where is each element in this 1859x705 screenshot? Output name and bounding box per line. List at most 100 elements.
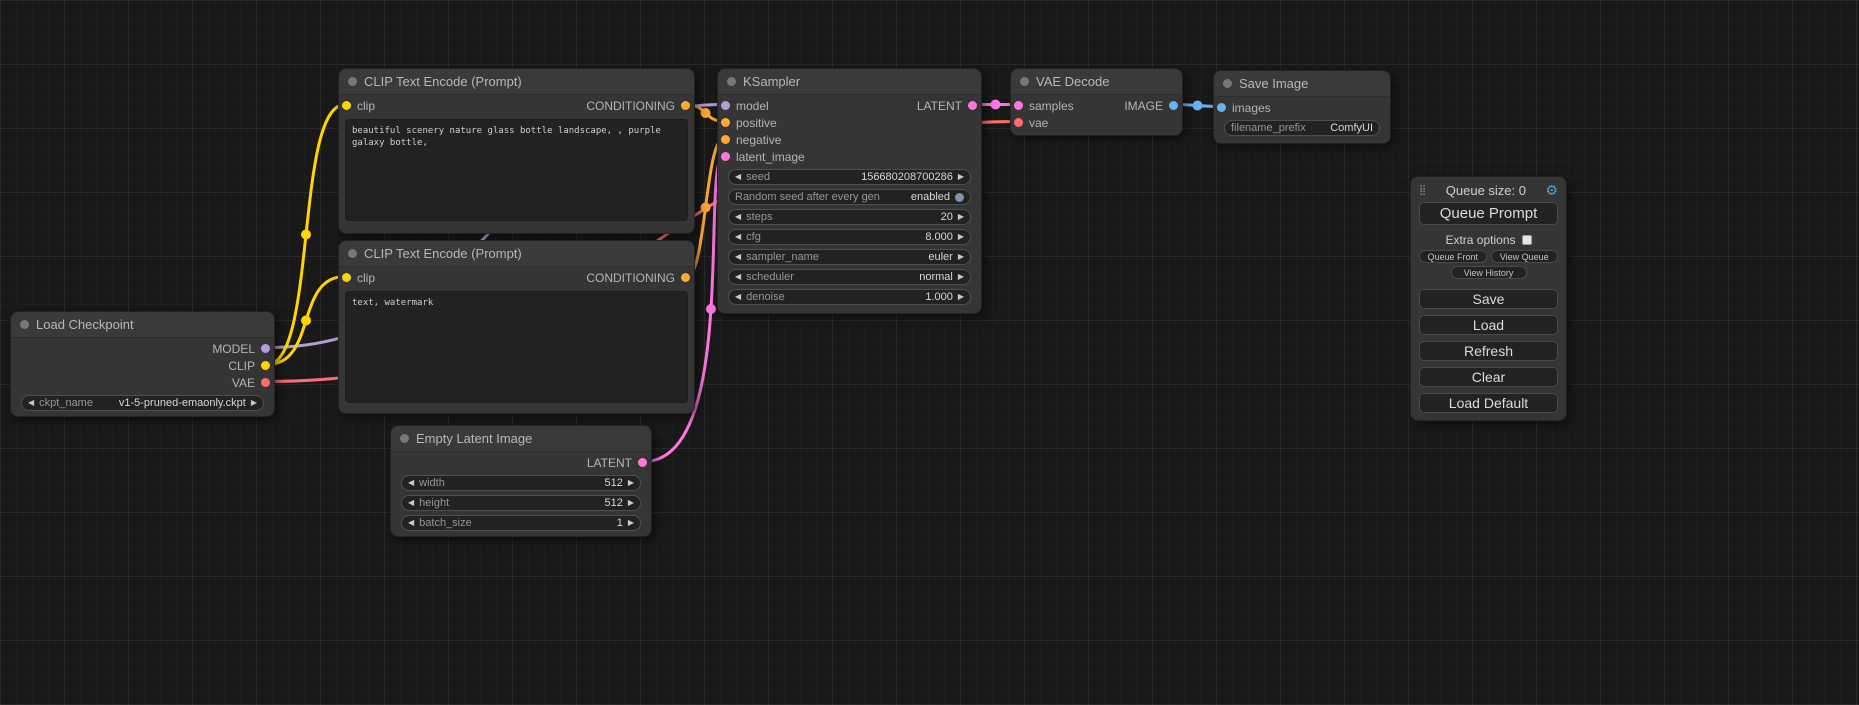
increment-arrow-icon[interactable]: ▶ bbox=[958, 173, 964, 181]
decrement-arrow-icon[interactable]: ◀ bbox=[408, 519, 414, 527]
input-slot-clip[interactable]: clip bbox=[339, 271, 375, 285]
widget-random-seed-toggle[interactable]: Random seed after every gen enabled bbox=[728, 189, 971, 205]
decrement-arrow-icon[interactable]: ◀ bbox=[28, 399, 34, 407]
toggle-knob-icon[interactable] bbox=[955, 193, 964, 202]
slot-dot-model[interactable] bbox=[721, 101, 730, 110]
increment-arrow-icon[interactable]: ▶ bbox=[958, 293, 964, 301]
increment-arrow-icon[interactable]: ▶ bbox=[628, 499, 634, 507]
increment-arrow-icon[interactable]: ▶ bbox=[958, 253, 964, 261]
input-slot-vae[interactable]: vae bbox=[1011, 116, 1048, 130]
slot-dot-conditioning[interactable] bbox=[721, 135, 730, 144]
slot-dot-clip[interactable] bbox=[261, 361, 270, 370]
decrement-arrow-icon[interactable]: ◀ bbox=[735, 253, 741, 261]
input-slot-images[interactable]: images bbox=[1214, 101, 1271, 115]
widget-ckpt-name[interactable]: ◀ ckpt_name v1-5-pruned-emaonly.ckpt ▶ bbox=[21, 395, 264, 411]
decrement-arrow-icon[interactable]: ◀ bbox=[735, 233, 741, 241]
node-collapse-icon[interactable] bbox=[20, 320, 29, 329]
output-slot-conditioning[interactable]: CONDITIONING bbox=[586, 99, 694, 113]
view-history-button[interactable]: View History bbox=[1451, 266, 1527, 279]
widget-steps[interactable]: ◀ steps 20 ▶ bbox=[728, 209, 971, 225]
input-slot-model[interactable]: model bbox=[718, 99, 769, 113]
settings-gear-icon[interactable]: ⚙ bbox=[1545, 182, 1558, 199]
increment-arrow-icon[interactable]: ▶ bbox=[628, 519, 634, 527]
widget-scheduler[interactable]: ◀ scheduler normal ▶ bbox=[728, 269, 971, 285]
node-clip-text-encode-positive[interactable]: CLIP Text Encode (Prompt) clip CONDITION… bbox=[338, 68, 695, 234]
node-load-checkpoint[interactable]: Load Checkpoint MODEL CLIP VAE ◀ ckpt_na… bbox=[10, 311, 275, 417]
load-button[interactable]: Load bbox=[1419, 315, 1558, 335]
input-slot-positive[interactable]: positive bbox=[718, 116, 777, 130]
extra-options-checkbox[interactable] bbox=[1522, 235, 1532, 245]
node-vae-decode[interactable]: VAE Decode samples IMAGE vae bbox=[1010, 68, 1183, 136]
drag-handle-icon[interactable]: ⣿ bbox=[1419, 185, 1426, 196]
node-header[interactable]: CLIP Text Encode (Prompt) bbox=[339, 69, 694, 95]
slot-dot-vae[interactable] bbox=[261, 378, 270, 387]
view-queue-button[interactable]: View Queue bbox=[1491, 250, 1559, 263]
decrement-arrow-icon[interactable]: ◀ bbox=[735, 293, 741, 301]
increment-arrow-icon[interactable]: ▶ bbox=[628, 479, 634, 487]
slot-dot-latent[interactable] bbox=[721, 152, 730, 161]
increment-arrow-icon[interactable]: ▶ bbox=[958, 213, 964, 221]
output-slot-vae[interactable]: VAE bbox=[232, 376, 274, 390]
increment-arrow-icon[interactable]: ▶ bbox=[251, 399, 257, 407]
input-slot-latent-image[interactable]: latent_image bbox=[718, 150, 805, 164]
node-collapse-icon[interactable] bbox=[727, 77, 736, 86]
node-empty-latent-image[interactable]: Empty Latent Image LATENT ◀ width 512 ▶ … bbox=[390, 425, 652, 537]
slot-dot-latent[interactable] bbox=[638, 458, 647, 467]
refresh-button[interactable]: Refresh bbox=[1419, 341, 1558, 361]
widget-sampler-name[interactable]: ◀ sampler_name euler ▶ bbox=[728, 249, 971, 265]
node-collapse-icon[interactable] bbox=[348, 77, 357, 86]
slot-dot-conditioning[interactable] bbox=[681, 273, 690, 282]
slot-dot-vae[interactable] bbox=[1014, 118, 1023, 127]
decrement-arrow-icon[interactable]: ◀ bbox=[408, 499, 414, 507]
output-slot-model[interactable]: MODEL bbox=[212, 342, 274, 356]
node-clip-text-encode-negative[interactable]: CLIP Text Encode (Prompt) clip CONDITION… bbox=[338, 240, 695, 414]
load-default-button[interactable]: Load Default bbox=[1419, 393, 1558, 413]
clear-button[interactable]: Clear bbox=[1419, 367, 1558, 387]
decrement-arrow-icon[interactable]: ◀ bbox=[735, 213, 741, 221]
slot-dot-clip[interactable] bbox=[342, 101, 351, 110]
queue-front-button[interactable]: Queue Front bbox=[1419, 250, 1487, 263]
increment-arrow-icon[interactable]: ▶ bbox=[958, 273, 964, 281]
node-header[interactable]: CLIP Text Encode (Prompt) bbox=[339, 241, 694, 267]
output-slot-conditioning[interactable]: CONDITIONING bbox=[586, 271, 694, 285]
queue-prompt-button[interactable]: Queue Prompt bbox=[1419, 202, 1558, 225]
decrement-arrow-icon[interactable]: ◀ bbox=[735, 173, 741, 181]
node-collapse-icon[interactable] bbox=[1223, 79, 1232, 88]
output-slot-clip[interactable]: CLIP bbox=[228, 359, 274, 373]
slot-dot-latent[interactable] bbox=[1014, 101, 1023, 110]
slot-dot-clip[interactable] bbox=[342, 273, 351, 282]
output-slot-image[interactable]: IMAGE bbox=[1124, 99, 1182, 113]
save-button[interactable]: Save bbox=[1419, 289, 1558, 309]
prompt-textarea[interactable]: beautiful scenery nature glass bottle la… bbox=[345, 119, 688, 221]
node-ksampler[interactable]: KSampler model LATENT positive negative bbox=[717, 68, 982, 314]
output-slot-latent[interactable]: LATENT bbox=[587, 456, 651, 470]
input-slot-samples[interactable]: samples bbox=[1011, 99, 1074, 113]
slot-dot-conditioning[interactable] bbox=[681, 101, 690, 110]
widget-cfg[interactable]: ◀ cfg 8.000 ▶ bbox=[728, 229, 971, 245]
slot-dot-latent[interactable] bbox=[968, 101, 977, 110]
node-collapse-icon[interactable] bbox=[348, 249, 357, 258]
widget-filename-prefix[interactable]: filename_prefix ComfyUI bbox=[1224, 120, 1380, 136]
node-collapse-icon[interactable] bbox=[400, 434, 409, 443]
widget-batch-size[interactable]: ◀ batch_size 1 ▶ bbox=[401, 515, 641, 531]
input-slot-clip[interactable]: clip bbox=[339, 99, 375, 113]
decrement-arrow-icon[interactable]: ◀ bbox=[408, 479, 414, 487]
widget-width[interactable]: ◀ width 512 ▶ bbox=[401, 475, 641, 491]
node-header[interactable]: Empty Latent Image bbox=[391, 426, 651, 452]
increment-arrow-icon[interactable]: ▶ bbox=[958, 233, 964, 241]
node-header[interactable]: Load Checkpoint bbox=[11, 312, 274, 338]
slot-dot-conditioning[interactable] bbox=[721, 118, 730, 127]
node-header[interactable]: KSampler bbox=[718, 69, 981, 95]
widget-height[interactable]: ◀ height 512 ▶ bbox=[401, 495, 641, 511]
node-save-image[interactable]: Save Image images filename_prefix ComfyU… bbox=[1213, 70, 1391, 144]
slot-dot-image[interactable] bbox=[1217, 103, 1226, 112]
decrement-arrow-icon[interactable]: ◀ bbox=[735, 273, 741, 281]
slot-dot-model[interactable] bbox=[261, 344, 270, 353]
node-collapse-icon[interactable] bbox=[1020, 77, 1029, 86]
prompt-textarea[interactable]: text, watermark bbox=[345, 291, 688, 403]
node-header[interactable]: Save Image bbox=[1214, 71, 1390, 97]
node-header[interactable]: VAE Decode bbox=[1011, 69, 1182, 95]
input-slot-negative[interactable]: negative bbox=[718, 133, 781, 147]
output-slot-latent[interactable]: LATENT bbox=[917, 99, 981, 113]
widget-denoise[interactable]: ◀ denoise 1.000 ▶ bbox=[728, 289, 971, 305]
